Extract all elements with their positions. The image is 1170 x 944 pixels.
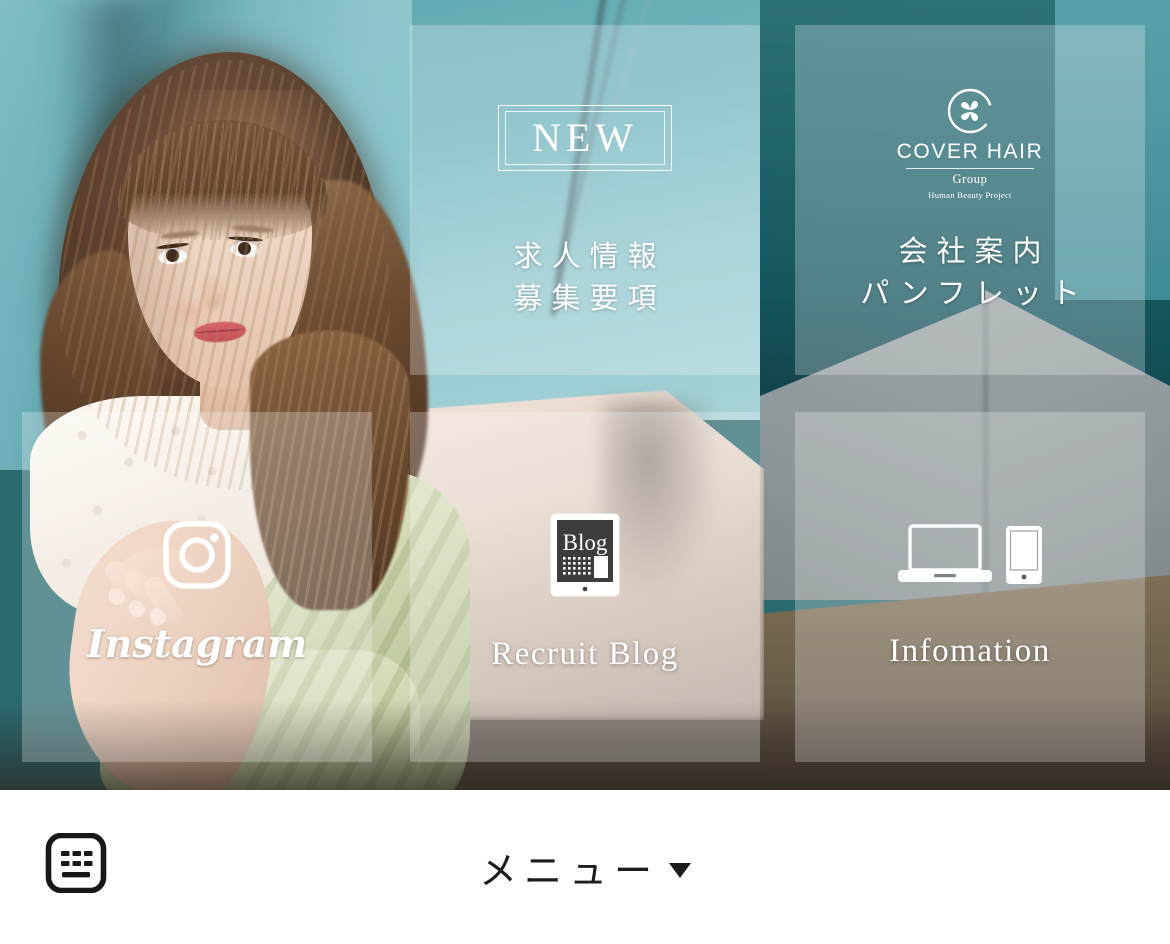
instagram-icon xyxy=(162,520,232,595)
devices-icon-group xyxy=(896,524,1044,591)
tile-blog-label: Recruit Blog xyxy=(491,636,679,672)
tile-recruit-info[interactable]: NEW 求人情報 募集要項 xyxy=(410,25,760,375)
svg-text:Blog: Blog xyxy=(563,530,608,555)
tile-recruit-text: 求人情報 募集要項 xyxy=(504,235,665,319)
tile-instagram[interactable]: Instagram xyxy=(22,412,372,762)
tile-recruit-line2: 募集要項 xyxy=(513,281,666,316)
laptop-icon xyxy=(896,524,994,591)
logo-tagline: Human Beauty Project xyxy=(928,190,1012,200)
clover-hearts-icon xyxy=(946,87,994,135)
tile-company-line2: パンフレット xyxy=(860,276,1089,311)
chevron-down-icon xyxy=(669,862,691,878)
tile-recruit-blog[interactable]: Blog Recruit Blog xyxy=(410,412,760,762)
tile-instagram-label: Instagram xyxy=(86,621,308,666)
keyboard-icon[interactable] xyxy=(45,832,107,894)
tile-information-label: Infomation xyxy=(889,633,1051,669)
cover-hair-logo: COVER HAIR Group Human Beauty Project xyxy=(897,87,1044,200)
menu-button[interactable]: メニュー xyxy=(479,840,691,895)
tile-information[interactable]: Infomation xyxy=(795,412,1145,762)
smartphone-icon xyxy=(1004,524,1044,591)
logo-wordmark: COVER HAIR xyxy=(896,140,1044,163)
page-root: NEW 求人情報 募集要項 COVER HAIR Group Human Bea… xyxy=(0,0,1170,944)
tile-company-brochure[interactable]: COVER HAIR Group Human Beauty Project 会社… xyxy=(795,25,1145,375)
new-badge: NEW xyxy=(497,105,673,171)
tile-company-text: 会社案内 パンフレット xyxy=(851,230,1089,314)
menu-label: メニュー xyxy=(478,848,659,893)
logo-divider xyxy=(906,168,1034,169)
new-badge-label: NEW xyxy=(504,111,666,165)
logo-group-label: Group xyxy=(952,172,988,186)
tile-company-line1: 会社案内 xyxy=(898,234,1051,268)
tile-recruit-line1: 求人情報 xyxy=(513,239,666,273)
tablet-blog-icon: Blog xyxy=(549,512,621,603)
